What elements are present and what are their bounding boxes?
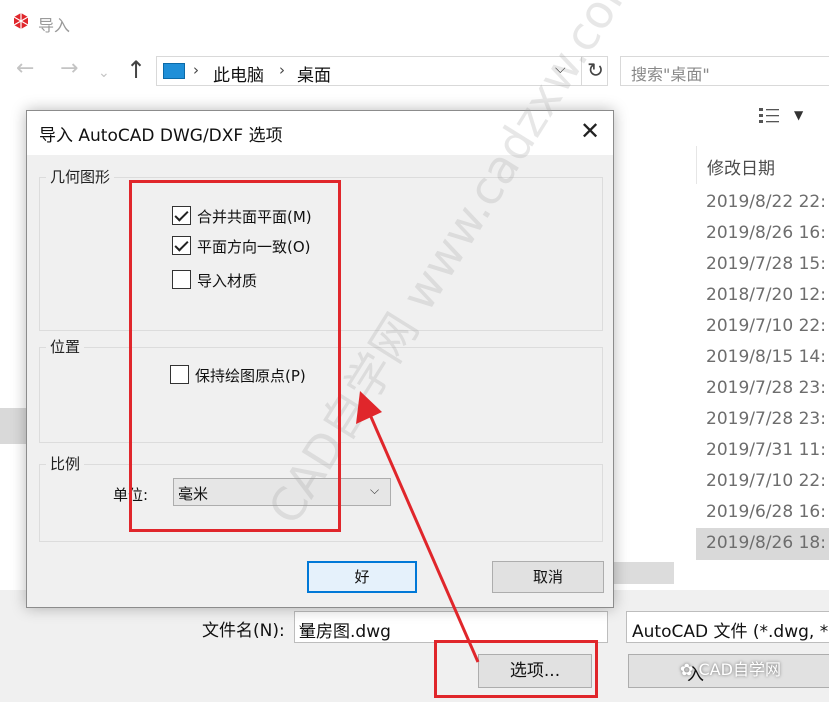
file-modified-date[interactable]: 2019/8/26 16:: [706, 223, 826, 243]
file-modified-date[interactable]: 2019/8/15 14:: [706, 347, 826, 367]
file-modified-date[interactable]: 2019/7/31 11:: [706, 440, 826, 460]
position-group-label: 位置: [46, 336, 85, 357]
breadcrumb-chevron-icon[interactable]: ›: [193, 61, 199, 79]
up-arrow-icon[interactable]: ↑: [126, 56, 146, 84]
navigation-bar: ← → ⌄ ↑ › 此电脑 › 桌面 ⌵ ↻ 搜索"桌面": [0, 50, 829, 90]
breadcrumb-desktop[interactable]: 桌面: [297, 61, 331, 86]
filename-input[interactable]: 量房图.dwg ⌵: [294, 611, 608, 643]
file-modified-date[interactable]: 2018/7/20 12:: [706, 285, 826, 305]
geometry-group-label: 几何图形: [46, 166, 115, 187]
view-dropdown-caret-icon[interactable]: ▼: [794, 108, 803, 122]
breadcrumb-this-pc[interactable]: 此电脑: [213, 61, 264, 86]
window-titlebar: 导入: [0, 0, 829, 44]
sketchup-app-icon: [13, 13, 29, 29]
file-modified-date[interactable]: 2019/7/28 23:: [706, 378, 826, 398]
filename-label: 文件名(N):: [202, 621, 285, 641]
dialog-title: 导入 AutoCAD DWG/DXF 选项: [39, 126, 283, 146]
close-icon[interactable]: ✕: [575, 117, 605, 147]
file-modified-date[interactable]: 2019/8/22 22:: [706, 192, 826, 212]
this-pc-icon: [163, 63, 185, 79]
recent-locations-chevron-icon[interactable]: ⌄: [98, 62, 110, 84]
cancel-button[interactable]: 取消: [492, 561, 604, 593]
back-arrow-icon[interactable]: ←: [16, 58, 34, 80]
search-box[interactable]: 搜索"桌面": [620, 56, 829, 86]
forward-arrow-icon[interactable]: →: [60, 58, 78, 80]
wechat-account-tag: ✿ CAD自学网: [680, 660, 781, 679]
file-modified-date[interactable]: 2019/7/10 22:: [706, 316, 826, 336]
file-modified-date[interactable]: 2019/7/10 22:: [706, 471, 826, 491]
filetype-select[interactable]: AutoCAD 文件 (*.dwg, *: [626, 611, 829, 643]
nav-pane-selected-item[interactable]: [0, 408, 28, 444]
file-modified-date[interactable]: 2019/7/28 15:: [706, 254, 826, 274]
filename-dropdown-chevron-icon[interactable]: ⌵: [299, 617, 312, 637]
search-placeholder: 搜索"桌面": [631, 65, 710, 84]
chevron-down-icon[interactable]: ⌵: [370, 483, 379, 498]
view-options-icon[interactable]: [758, 106, 780, 124]
dialog-options-highlight-box: [129, 180, 341, 532]
file-modified-date[interactable]: 2019/6/28 16:: [706, 502, 826, 522]
window-title: 导入: [38, 16, 71, 35]
horizontal-scrollbar-thumb[interactable]: [612, 562, 674, 584]
file-modified-date[interactable]: 2019/7/28 23:: [706, 409, 826, 429]
scale-group-label: 比例: [46, 453, 85, 474]
file-modified-date[interactable]: 2019/8/26 18:: [706, 533, 826, 553]
options-button-highlight-box: [434, 640, 598, 698]
breadcrumb-chevron-icon[interactable]: ›: [279, 61, 285, 79]
ok-button[interactable]: 好: [307, 561, 417, 593]
column-header-modified-date[interactable]: 修改日期: [696, 146, 829, 184]
